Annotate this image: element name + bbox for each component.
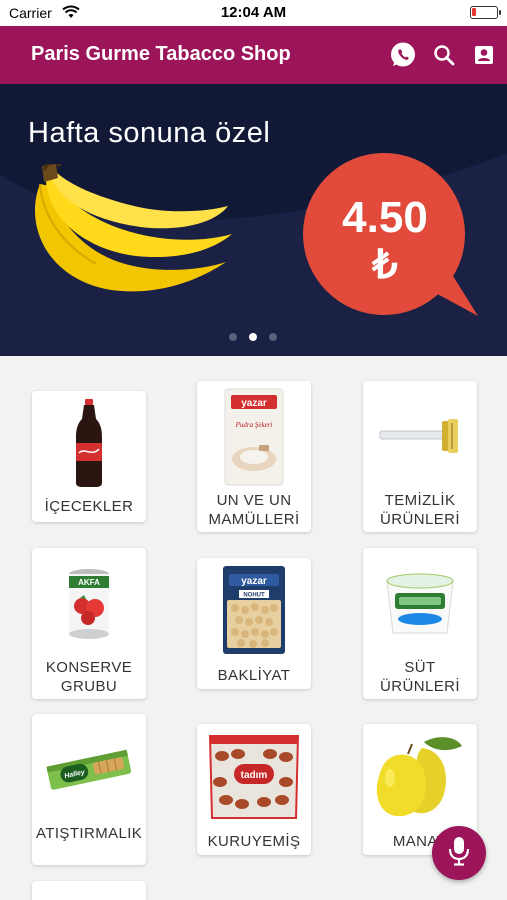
cola-bottle-image [32, 395, 146, 491]
category-label: TEMİZLİK ÜRÜNLERİ [380, 492, 460, 528]
category-label: İÇECEKLER [44, 498, 134, 515]
kuruyemis-brand-text: tadım [241, 770, 268, 781]
category-label: ATIŞTIRMALIK [36, 825, 143, 842]
konserve-brand-text: AKFA [78, 578, 100, 587]
carousel-dot-active[interactable] [249, 333, 257, 341]
battery-icon [470, 6, 501, 19]
app-title: Paris Gurme Tabacco Shop [31, 43, 291, 65]
un-brand-text: yazar [241, 398, 267, 409]
category-card-konserve[interactable]: AKFA KONSERVE GRUBU [32, 548, 146, 699]
category-label: KURUYEMİŞ [207, 833, 301, 850]
clock: 12:04 AM [220, 4, 287, 21]
category-card-atistirmalik[interactable]: Halley ATIŞTIRMALIK [32, 714, 146, 865]
cheese-tub-image [363, 552, 477, 656]
carousel-dot[interactable] [229, 333, 237, 341]
nuts-bag-image: tadım [197, 728, 311, 824]
category-card-sut[interactable]: SÜT ÜRÜNLERİ [363, 548, 477, 699]
category-label: KONSERVE GRUBU [45, 659, 133, 695]
category-card-icecekler[interactable]: İÇECEKLER [32, 391, 146, 522]
voice-search-button[interactable] [432, 826, 486, 880]
tomato-can-image: AKFA [32, 552, 146, 656]
whatsapp-icon[interactable] [388, 40, 418, 70]
chickpeas-bag-image: yazar NOHUT [197, 562, 311, 658]
category-card-temizlik[interactable]: TEMİZLİK ÜRÜNLERİ [363, 381, 477, 532]
category-card-bakliyat[interactable]: yazar NOHUT BAKLİYAT [197, 558, 311, 689]
un-product-text: Pudra Şekeri [235, 421, 273, 429]
bakliyat-product-text: NOHUT [243, 593, 265, 599]
app-bar: Paris Gurme Tabacco Shop [0, 26, 507, 84]
category-card-un[interactable]: yazar Pudra Şekeri UN VE UN MAMÜLLERİ [197, 381, 311, 532]
quince-image [363, 728, 477, 824]
banana-image [34, 164, 232, 292]
banner-headline: Hafta sonuna özel [28, 117, 271, 149]
banner-currency: ₺ [372, 243, 398, 287]
contact-icon[interactable] [469, 40, 499, 70]
category-label: SÜT ÜRÜNLERİ [380, 659, 460, 695]
category-card-partial[interactable] [32, 881, 146, 900]
category-label: BAKLİYAT [217, 667, 291, 684]
promo-banner[interactable]: Hafta sonuna özel 4.50 ₺ [0, 84, 507, 356]
microphone-icon [448, 836, 470, 871]
wafer-snack-image: Halley [32, 718, 146, 822]
category-card-kuruyemis[interactable]: tadım KURUYEMİŞ [197, 724, 311, 855]
bakliyat-brand-text: yazar [241, 576, 267, 587]
razor-image [363, 385, 477, 489]
category-label: UN VE UN MAMÜLLERİ [208, 492, 300, 528]
carousel-dot[interactable] [269, 333, 277, 341]
carousel-dots[interactable] [229, 333, 289, 343]
banner-price: 4.50 [342, 193, 428, 242]
powdered-sugar-image: yazar Pudra Şekeri [197, 385, 311, 489]
search-icon[interactable] [429, 40, 459, 70]
status-bar: Carrier 12:04 AM [0, 0, 507, 26]
